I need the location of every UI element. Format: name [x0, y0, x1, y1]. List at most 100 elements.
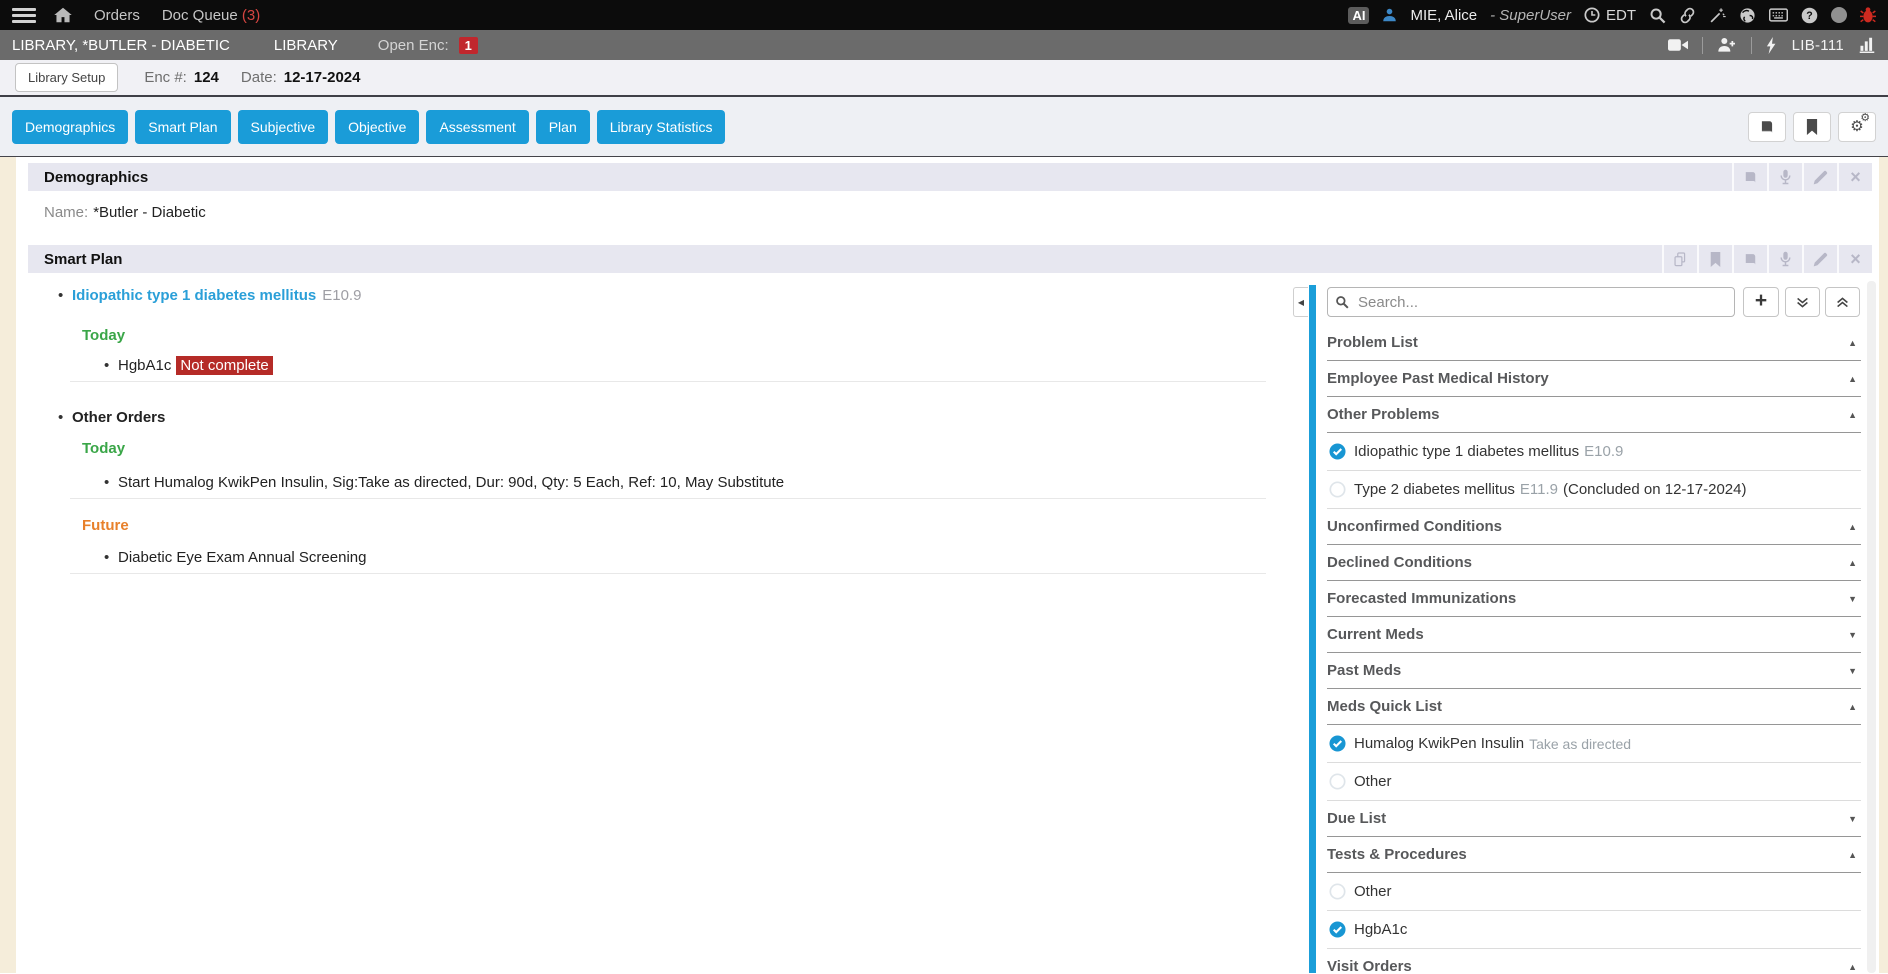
- library-setup-button[interactable]: Library Setup: [15, 63, 118, 92]
- tab-assessment[interactable]: Assessment: [426, 110, 528, 144]
- today-label: Today: [44, 440, 125, 457]
- home-icon[interactable]: [54, 7, 72, 23]
- collapse-arrow-icon: ▲: [1848, 410, 1861, 420]
- chart-name[interactable]: LIBRARY: [274, 37, 338, 54]
- patient-name-row: Name:*Butler - Diabetic: [44, 204, 206, 221]
- sidebar-item-idiopathic-diabetes[interactable]: Idiopathic type 1 diabetes mellitusE10.9: [1327, 433, 1861, 471]
- problem-line: Idiopathic type 1 diabetes mellitusE10.9: [44, 287, 361, 304]
- encounter-bar: Library Setup Enc #: 124 Date: 12-17-202…: [0, 60, 1888, 97]
- unchecked-circle-icon: [1329, 481, 1346, 498]
- sidebar-section-other-problems[interactable]: Other Problems▲: [1327, 397, 1861, 433]
- sidebar-item-other-test[interactable]: Other: [1327, 873, 1861, 911]
- add-user-icon[interactable]: [1717, 37, 1737, 53]
- close-icon[interactable]: ×: [1837, 163, 1872, 191]
- pencil-icon[interactable]: [1802, 245, 1837, 273]
- globe-icon[interactable]: [1739, 7, 1756, 24]
- patient-name[interactable]: LIBRARY, *BUTLER - DIABETIC: [12, 37, 230, 54]
- sidebar-item-other-med[interactable]: Other: [1327, 763, 1861, 801]
- menu-icon[interactable]: [12, 8, 36, 23]
- sidebar-section-tests-procedures[interactable]: Tests & Procedures▲: [1327, 837, 1861, 873]
- collapse-arrow-icon: ▼: [1848, 594, 1861, 604]
- search-icon[interactable]: [1649, 7, 1666, 24]
- close-icon[interactable]: ×: [1837, 245, 1872, 273]
- collapse-arrow-icon: ▲: [1848, 338, 1861, 348]
- expand-all-button[interactable]: [1785, 287, 1820, 317]
- status-circle-icon: [1831, 7, 1847, 23]
- add-order-button[interactable]: +: [1743, 287, 1779, 317]
- help-icon[interactable]: ?: [1801, 7, 1818, 24]
- video-camera-icon[interactable]: [1668, 38, 1688, 52]
- sidebar-section-forecasted-immunizations[interactable]: Forecasted Immunizations▼: [1327, 581, 1861, 617]
- link-icon[interactable]: [1679, 7, 1696, 24]
- checked-circle-icon: [1329, 443, 1346, 460]
- lightning-icon[interactable]: [1766, 37, 1778, 54]
- tab-plan[interactable]: Plan: [536, 110, 590, 144]
- tab-library-statistics[interactable]: Library Statistics: [597, 110, 726, 144]
- sidebar-collapse-button[interactable]: ◀: [1293, 287, 1308, 317]
- microphone-icon[interactable]: [1767, 245, 1802, 273]
- content-area: Demographics × Name:*Butler - Diabetic S…: [0, 157, 1888, 973]
- sidebar-section-current-meds[interactable]: Current Meds▼: [1327, 617, 1861, 653]
- pencil-icon[interactable]: [1802, 163, 1837, 191]
- sidebar-section-visit-orders[interactable]: Visit Orders▲: [1327, 949, 1861, 973]
- sidebar-section-declined-conditions[interactable]: Declined Conditions▲: [1327, 545, 1861, 581]
- sidebar-section-due-list[interactable]: Due List▼: [1327, 801, 1861, 837]
- collapse-arrow-icon: ▲: [1848, 850, 1861, 860]
- sidebar-section-unconfirmed-conditions[interactable]: Unconfirmed Conditions▲: [1327, 509, 1861, 545]
- book-button[interactable]: [1748, 112, 1786, 142]
- today-label: Today: [44, 327, 125, 344]
- wand-icon[interactable]: [1709, 7, 1726, 24]
- doc-queue-link[interactable]: Doc Queue (3): [162, 7, 260, 24]
- sidebar-scrollbar[interactable]: [1867, 281, 1876, 973]
- tab-objective[interactable]: Objective: [335, 110, 419, 144]
- open-enc-badge[interactable]: 1: [459, 37, 478, 54]
- bookmark-button[interactable]: [1793, 112, 1831, 142]
- other-orders-heading: Other Orders: [44, 409, 165, 426]
- collapse-arrow-icon: ▲: [1848, 962, 1861, 972]
- sidebar-item-type2-diabetes[interactable]: Type 2 diabetes mellitusE11.9(Concluded …: [1327, 471, 1861, 509]
- sidebar-search-input[interactable]: [1327, 287, 1735, 317]
- problem-link[interactable]: Idiopathic type 1 diabetes mellitus: [72, 287, 316, 304]
- unchecked-circle-icon: [1329, 883, 1346, 900]
- bug-icon[interactable]: [1860, 6, 1876, 24]
- sidebar-section-past-meds[interactable]: Past Meds▼: [1327, 653, 1861, 689]
- tab-smart-plan[interactable]: Smart Plan: [135, 110, 230, 144]
- microphone-icon[interactable]: [1767, 163, 1802, 191]
- section-title: Demographics: [28, 169, 1732, 186]
- collapse-all-button[interactable]: [1825, 287, 1860, 317]
- copy-icon[interactable]: [1662, 245, 1697, 273]
- sidebar-item-humalog-insulin[interactable]: Humalog KwikPen InsulinTake as directed: [1327, 725, 1861, 763]
- tab-bar: Demographics Smart Plan Subjective Objec…: [0, 97, 1888, 157]
- svg-text:?: ?: [1806, 10, 1812, 22]
- clock-icon: [1584, 7, 1600, 23]
- location-code[interactable]: LIB-111: [1792, 37, 1844, 54]
- name-label: Name:: [44, 204, 88, 221]
- tab-demographics[interactable]: Demographics: [12, 110, 128, 144]
- settings-gears-button[interactable]: ⚙⚙: [1838, 112, 1876, 142]
- order-sidebar: ◀ + Problem List▲ Employee Past Medical …: [1293, 281, 1878, 973]
- collapse-arrow-icon: ▼: [1848, 666, 1861, 676]
- left-edge-strip: [0, 157, 16, 973]
- order-text: Diabetic Eye Exam Annual Screening: [118, 549, 366, 566]
- sidebar-item-hgba1c[interactable]: HgbA1c: [1327, 911, 1861, 949]
- book-icon[interactable]: [1732, 163, 1767, 191]
- tab-subjective[interactable]: Subjective: [238, 110, 329, 144]
- bookmark-icon[interactable]: [1697, 245, 1732, 273]
- user-role: - SuperUser: [1490, 7, 1571, 24]
- bullet: [104, 357, 109, 374]
- orders-link[interactable]: Orders: [94, 7, 140, 24]
- book-icon[interactable]: [1732, 245, 1767, 273]
- demographics-section-header: Demographics ×: [28, 163, 1872, 191]
- bullet: [104, 474, 109, 491]
- open-enc-label: Open Enc:: [378, 37, 449, 54]
- section-title: Smart Plan: [28, 251, 1662, 268]
- bar-chart-icon[interactable]: [1858, 37, 1876, 53]
- ai-badge[interactable]: AI: [1348, 7, 1369, 24]
- sidebar-section-problem-list[interactable]: Problem List▲: [1327, 325, 1861, 361]
- user-name[interactable]: MIE, Alice: [1410, 7, 1477, 24]
- keyboard-icon[interactable]: [1769, 8, 1788, 22]
- sidebar-section-meds-quick-list[interactable]: Meds Quick List▲: [1327, 689, 1861, 725]
- bullet: [58, 409, 63, 426]
- sidebar-section-employee-past-medical-history[interactable]: Employee Past Medical History▲: [1327, 361, 1861, 397]
- user-icon[interactable]: [1382, 7, 1397, 23]
